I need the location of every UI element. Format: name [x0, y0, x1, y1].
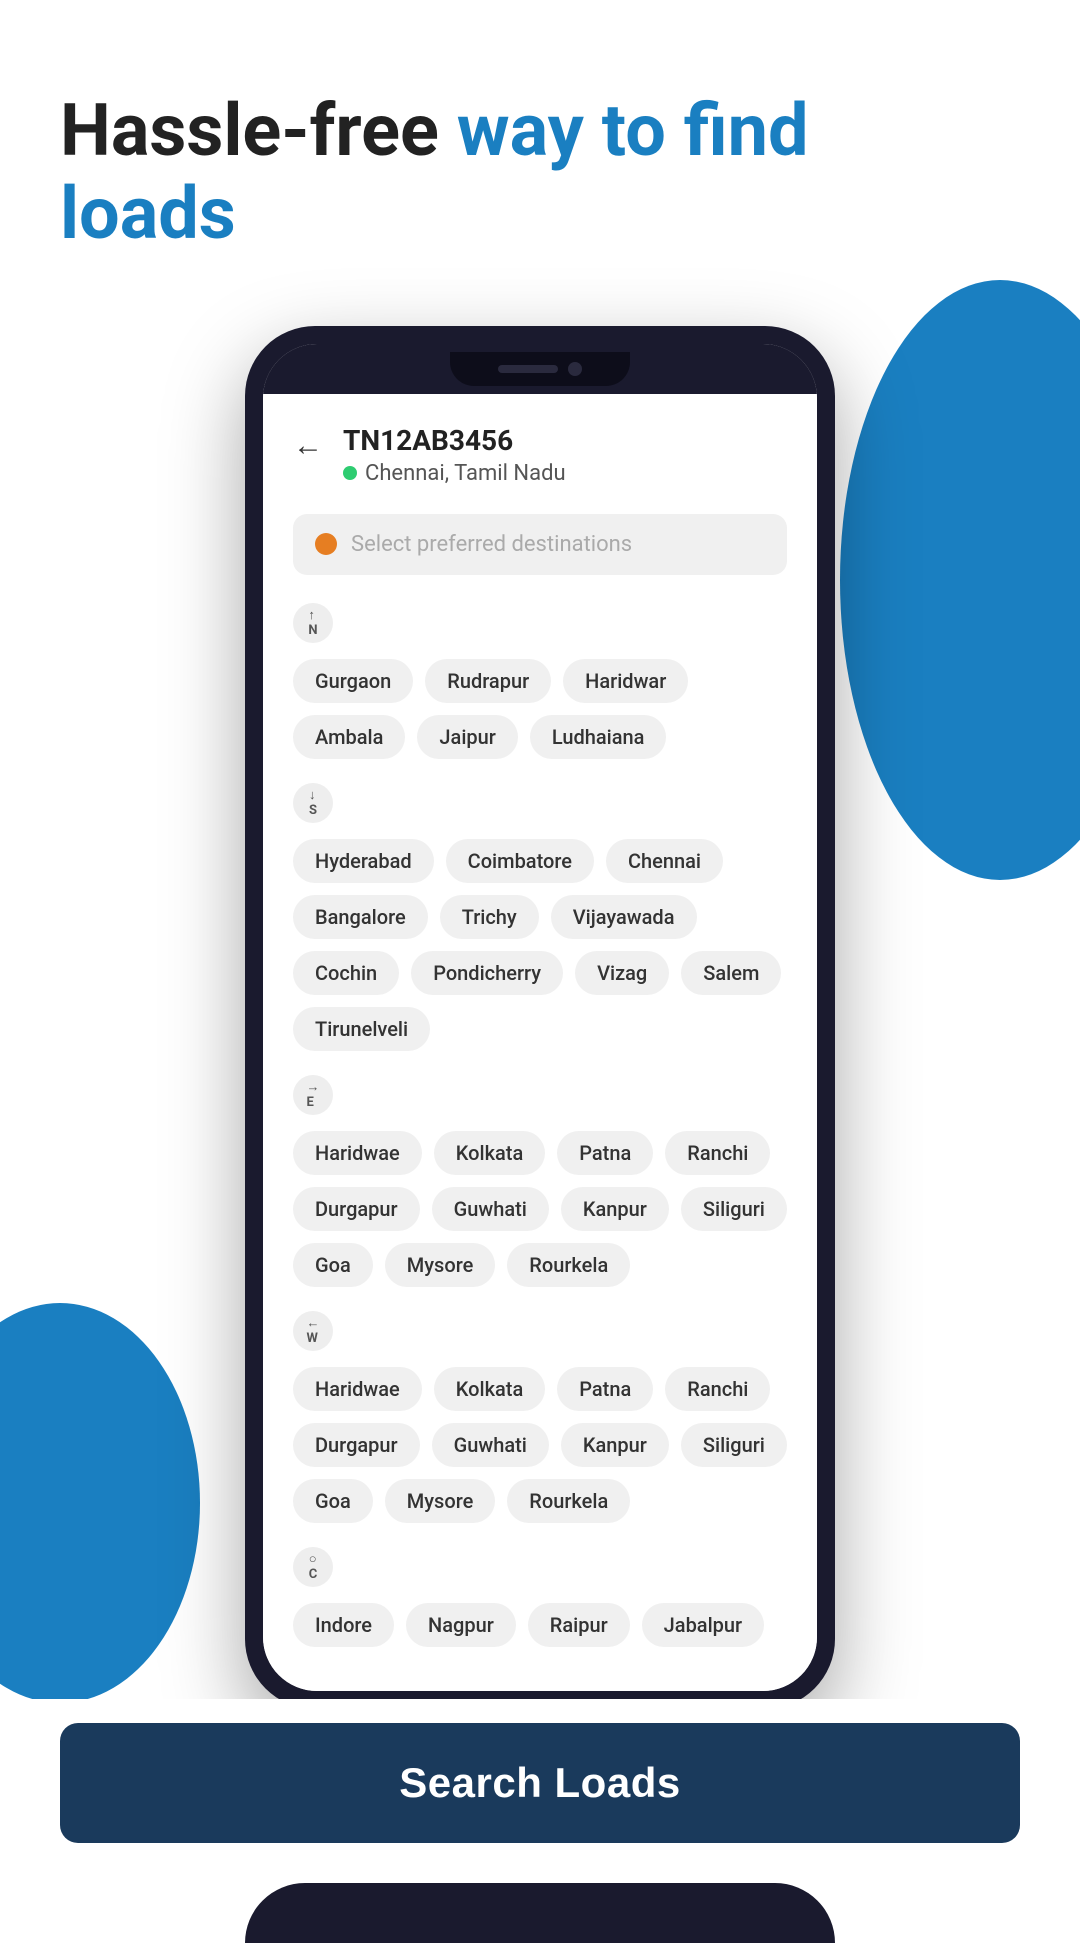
notch-inner: [450, 352, 630, 386]
vehicle-location: Chennai, Tamil Nadu: [343, 461, 566, 486]
tag-hyderabad[interactable]: Hyderabad: [293, 839, 434, 883]
tag-west-kolkata[interactable]: Kolkata: [434, 1367, 545, 1411]
east-header: →E: [293, 1075, 787, 1115]
tag-gurgaon[interactable]: Gurgaon: [293, 659, 413, 703]
tag-nagpur[interactable]: Nagpur: [406, 1603, 516, 1647]
tag-vijayawada[interactable]: Vijayawada: [551, 895, 697, 939]
east-tags: Haridwae Kolkata Patna Ranchi Durgapur G…: [293, 1131, 787, 1287]
bottom-bar: Search Loads: [0, 1699, 1080, 1873]
tag-east-guwhati[interactable]: Guwhati: [432, 1187, 549, 1231]
south-section: ↓S Hyderabad Coimbatore Chennai Bangalor…: [293, 783, 787, 1051]
west-section: ←W Haridwae Kolkata Patna Ranchi Durgapu…: [293, 1311, 787, 1523]
tag-chennai[interactable]: Chennai: [606, 839, 723, 883]
vehicle-info: TN12AB3456 Chennai, Tamil Nadu: [343, 424, 566, 486]
tag-rudrapur[interactable]: Rudrapur: [425, 659, 551, 703]
east-section: →E Haridwae Kolkata Patna Ranchi Durgapu…: [293, 1075, 787, 1287]
app-header: ← TN12AB3456 Chennai, Tamil Nadu: [293, 424, 787, 486]
location-text: Chennai, Tamil Nadu: [365, 461, 566, 486]
central-tags: Indore Nagpur Raipur Jabalpur: [293, 1603, 787, 1647]
bottom-phone-strip: [245, 1883, 835, 1943]
phone-mockup: ← TN12AB3456 Chennai, Tamil Nadu Select …: [245, 326, 835, 1709]
tag-west-siliguri[interactable]: Siliguri: [681, 1423, 787, 1467]
tag-east-mysore[interactable]: Mysore: [385, 1243, 496, 1287]
north-icon: ↑N: [293, 603, 333, 643]
app-content: ← TN12AB3456 Chennai, Tamil Nadu Select …: [263, 394, 817, 1691]
tag-coimbatore[interactable]: Coimbatore: [446, 839, 594, 883]
search-placeholder-text: Select preferred destinations: [351, 532, 632, 557]
camera-dot: [568, 362, 582, 376]
search-loads-button[interactable]: Search Loads: [60, 1723, 1020, 1843]
north-section: ↑N Gurgaon Rudrapur Haridwar Ambala Jaip…: [293, 603, 787, 759]
east-icon: →E: [293, 1075, 333, 1115]
south-header: ↓S: [293, 783, 787, 823]
back-button[interactable]: ←: [293, 428, 323, 463]
location-dot-icon: [343, 466, 357, 480]
hero-section: Hassle-free way to findloads: [0, 0, 1080, 296]
tag-east-kolkata[interactable]: Kolkata: [434, 1131, 545, 1175]
destination-icon: [315, 533, 337, 555]
hero-title: Hassle-free way to findloads: [60, 90, 1020, 256]
hero-title-plain: Hassle-free: [60, 88, 457, 173]
tag-west-ranchi[interactable]: Ranchi: [665, 1367, 770, 1411]
tag-cochin[interactable]: Cochin: [293, 951, 399, 995]
tag-haridwar[interactable]: Haridwar: [563, 659, 688, 703]
tag-east-patna[interactable]: Patna: [557, 1131, 653, 1175]
tag-trichy[interactable]: Trichy: [440, 895, 539, 939]
west-icon: ←W: [293, 1311, 333, 1351]
north-header: ↑N: [293, 603, 787, 643]
tag-west-haridwae[interactable]: Haridwae: [293, 1367, 422, 1411]
central-section: ○C Indore Nagpur Raipur Jabalpur: [293, 1547, 787, 1647]
tag-jaipur[interactable]: Jaipur: [417, 715, 517, 759]
south-tags: Hyderabad Coimbatore Chennai Bangalore T…: [293, 839, 787, 1051]
central-icon: ○C: [293, 1547, 333, 1587]
tag-raipur[interactable]: Raipur: [528, 1603, 630, 1647]
west-tags: Haridwae Kolkata Patna Ranchi Durgapur G…: [293, 1367, 787, 1523]
tag-jabalpur[interactable]: Jabalpur: [642, 1603, 764, 1647]
tag-vizag[interactable]: Vizag: [575, 951, 669, 995]
phone-wrapper: ← TN12AB3456 Chennai, Tamil Nadu Select …: [0, 326, 1080, 1709]
destination-search-box[interactable]: Select preferred destinations: [293, 514, 787, 575]
west-header: ←W: [293, 1311, 787, 1351]
tag-west-guwhati[interactable]: Guwhati: [432, 1423, 549, 1467]
tag-pondicherry[interactable]: Pondicherry: [411, 951, 563, 995]
north-tags: Gurgaon Rudrapur Haridwar Ambala Jaipur …: [293, 659, 787, 759]
speaker-bar: [498, 365, 558, 373]
tag-west-mysore[interactable]: Mysore: [385, 1479, 496, 1523]
tag-east-goa[interactable]: Goa: [293, 1243, 373, 1287]
tag-west-goa[interactable]: Goa: [293, 1479, 373, 1523]
tag-west-kanpur[interactable]: Kanpur: [561, 1423, 669, 1467]
notch: [263, 344, 817, 394]
phone-screen: ← TN12AB3456 Chennai, Tamil Nadu Select …: [263, 344, 817, 1691]
tag-east-durgapur[interactable]: Durgapur: [293, 1187, 420, 1231]
tag-tirunelveli[interactable]: Tirunelveli: [293, 1007, 430, 1051]
south-icon: ↓S: [293, 783, 333, 823]
tag-east-haridwae[interactable]: Haridwae: [293, 1131, 422, 1175]
tag-east-kanpur[interactable]: Kanpur: [561, 1187, 669, 1231]
tag-west-patna[interactable]: Patna: [557, 1367, 653, 1411]
tag-west-durgapur[interactable]: Durgapur: [293, 1423, 420, 1467]
tag-indore[interactable]: Indore: [293, 1603, 394, 1647]
tag-east-rourkela[interactable]: Rourkela: [507, 1243, 630, 1287]
bottom-phone-hint: [0, 1883, 1080, 1943]
tag-salem[interactable]: Salem: [681, 951, 781, 995]
tag-east-ranchi[interactable]: Ranchi: [665, 1131, 770, 1175]
tag-east-siliguri[interactable]: Siliguri: [681, 1187, 787, 1231]
central-header: ○C: [293, 1547, 787, 1587]
vehicle-id: TN12AB3456: [343, 424, 566, 457]
tag-bangalore[interactable]: Bangalore: [293, 895, 428, 939]
tag-west-rourkela[interactable]: Rourkela: [507, 1479, 630, 1523]
tag-ludhaiana[interactable]: Ludhaiana: [530, 715, 667, 759]
tag-ambala[interactable]: Ambala: [293, 715, 405, 759]
